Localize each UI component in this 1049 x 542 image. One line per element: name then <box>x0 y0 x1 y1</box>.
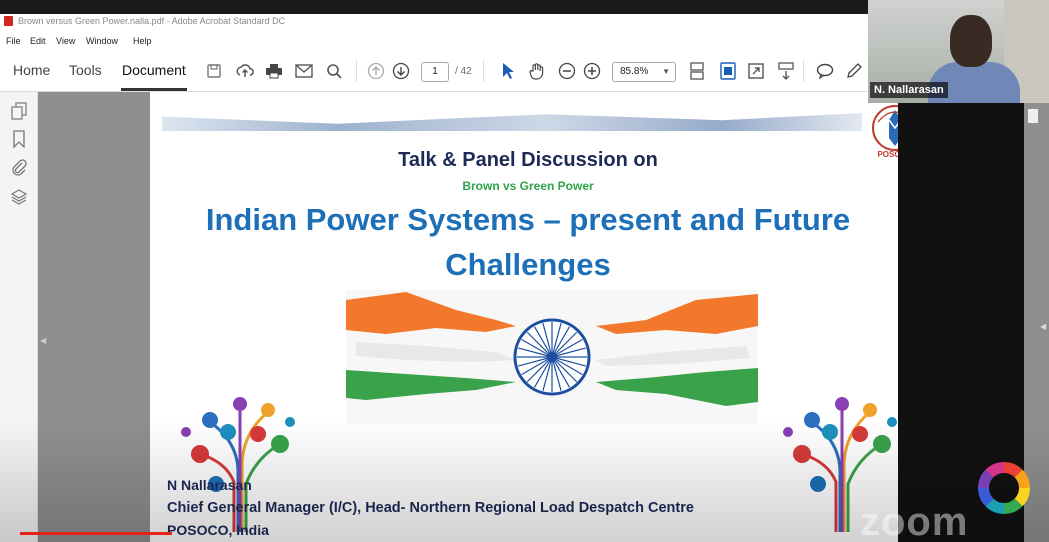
pdf-file-icon <box>4 16 13 26</box>
fullscreen-icon[interactable] <box>746 61 766 81</box>
zoom-in-icon[interactable] <box>582 61 602 81</box>
video-progress-bar[interactable] <box>20 532 172 535</box>
save-icon[interactable] <box>204 61 224 81</box>
toolbar-separator <box>803 60 804 82</box>
fit-page-icon[interactable] <box>687 61 707 81</box>
menu-window[interactable]: Window <box>86 36 118 46</box>
participant-name-label: N. Nallarasan <box>870 82 948 98</box>
upload-icon[interactable] <box>235 61 255 81</box>
tab-document[interactable]: Document <box>122 62 186 78</box>
zoom-out-icon[interactable] <box>557 61 577 81</box>
scan-icon[interactable] <box>718 61 738 81</box>
tab-home[interactable]: Home <box>13 62 50 78</box>
meeting-app-logo-icon <box>978 461 1030 514</box>
menu-view[interactable]: View <box>56 36 75 46</box>
chevron-down-icon: ▼ <box>662 67 670 76</box>
slide-title-line-2: Challenges <box>445 247 611 282</box>
zoom-watermark: zoom <box>860 500 969 542</box>
window-title-bar: Brown versus Green Power.nalla.pdf - Ado… <box>0 14 868 36</box>
page-total: / 42 <box>455 66 472 77</box>
email-icon[interactable] <box>294 61 314 81</box>
attachment-icon[interactable] <box>10 158 28 176</box>
search-icon[interactable] <box>324 61 344 81</box>
page-thumbnails-icon[interactable] <box>10 102 28 120</box>
collapse-left-panel-icon[interactable]: ◀ <box>40 336 46 345</box>
select-pointer-icon[interactable] <box>498 61 518 81</box>
slide-subheading: Brown vs Green Power <box>462 179 594 193</box>
slide-title-line-1: Indian Power Systems – present and Futur… <box>205 202 851 237</box>
menu-file[interactable]: File <box>6 36 21 46</box>
scroll-mode-icon[interactable] <box>776 61 796 81</box>
menu-help[interactable]: Help <box>133 36 152 46</box>
speaker-organisation: POSOCO, India <box>167 522 269 538</box>
comment-icon[interactable] <box>815 61 835 81</box>
page-up-icon[interactable] <box>366 61 386 81</box>
layers-icon[interactable] <box>10 188 28 206</box>
tricolour-flag-graphic <box>346 290 758 424</box>
slide-heading: Talk & Panel Discussion on <box>398 149 658 171</box>
menu-edit[interactable]: Edit <box>30 36 46 46</box>
print-icon[interactable] <box>264 61 284 81</box>
slide-page: POSOCO Talk & Panel Discussion on Brown … <box>150 92 898 542</box>
left-navigation-panel <box>0 92 38 542</box>
slide-header-wave <box>162 113 862 131</box>
vertical-scrollbar-thumb[interactable] <box>1028 109 1038 123</box>
hand-icon[interactable] <box>527 61 547 81</box>
toolbar-separator <box>483 60 484 82</box>
pen-icon[interactable] <box>844 61 864 81</box>
active-tab-indicator <box>121 88 187 91</box>
speaker-role: Chief General Manager (I/C), Head- North… <box>167 500 694 516</box>
tab-tools[interactable]: Tools <box>69 62 102 78</box>
collapse-right-panel-icon[interactable]: ◀ <box>1040 322 1046 331</box>
window-title: Brown versus Green Power.nalla.pdf - Ado… <box>18 16 286 26</box>
speaker-name: N Nallarasan <box>167 477 252 493</box>
bookmark-icon[interactable] <box>10 130 28 149</box>
participant-head <box>950 15 992 67</box>
page-number-input[interactable]: 1 <box>421 62 449 82</box>
zoom-level-value: 85.8% <box>620 66 649 77</box>
zoom-level-select[interactable]: 85.8% ▼ <box>612 62 676 82</box>
main-toolbar: Home Tools Document 1 / 42 85.8% ▼ <box>0 50 868 92</box>
page-down-icon[interactable] <box>391 61 411 81</box>
toolbar-separator <box>356 60 357 82</box>
menu-bar: File Edit View Window Help <box>0 36 868 50</box>
